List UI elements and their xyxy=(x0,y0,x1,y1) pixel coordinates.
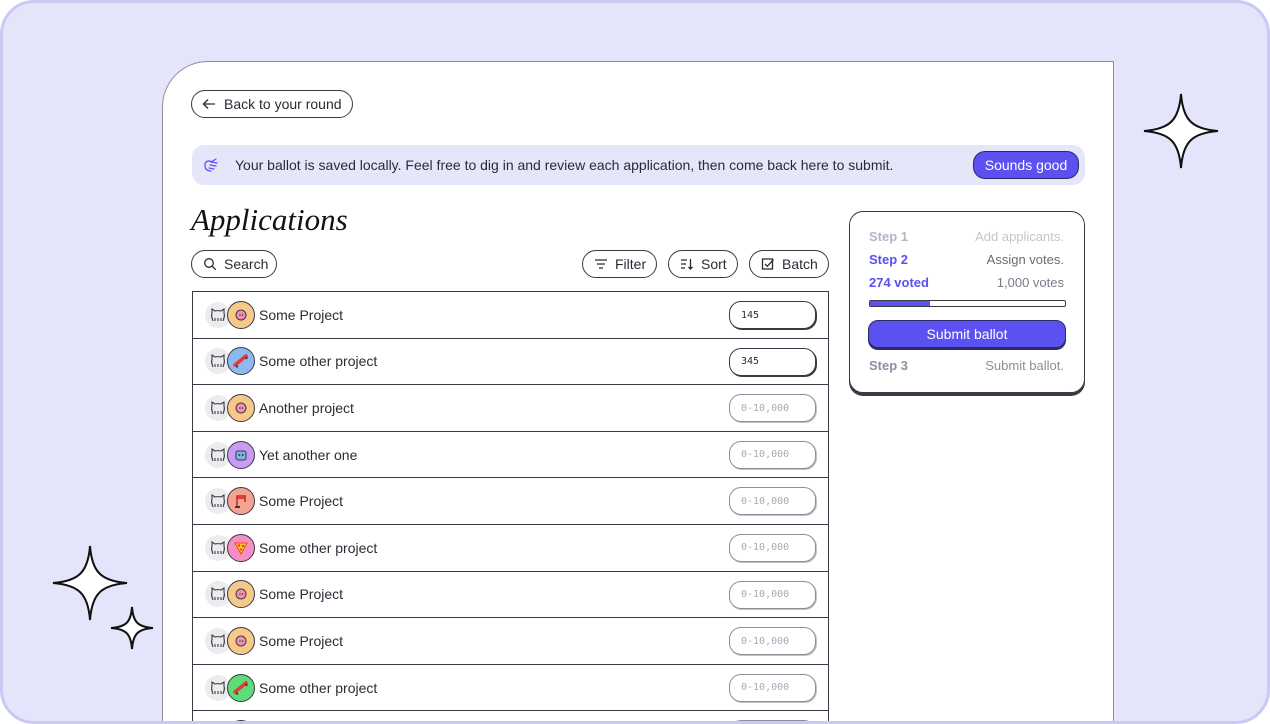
row-avatars xyxy=(205,487,263,516)
vote-amount-input[interactable] xyxy=(729,720,816,721)
page-title: Applications xyxy=(191,202,348,237)
row-avatars xyxy=(205,580,263,609)
filter-label: Filter xyxy=(615,256,647,272)
step-3: Step 3 Submit ballot. xyxy=(869,358,1064,373)
pig-icon xyxy=(227,720,255,721)
applications-list: Some Project Some other project Another pr… xyxy=(192,291,829,721)
row-avatars xyxy=(205,300,263,329)
search-button[interactable]: Search xyxy=(191,250,277,278)
sort-label: Sort xyxy=(701,256,727,272)
project-name[interactable]: Another project xyxy=(259,400,354,416)
vote-amount-input[interactable] xyxy=(729,533,816,562)
project-name[interactable]: Yet another one xyxy=(259,447,357,463)
pizza-icon xyxy=(227,533,255,562)
application-row[interactable]: Some Project xyxy=(193,478,828,525)
project-name[interactable]: Some other project xyxy=(259,540,377,556)
application-row[interactable]: Some Project xyxy=(193,292,828,339)
step-1-desc: Add applicants. xyxy=(975,229,1064,244)
row-avatars xyxy=(205,440,263,469)
application-row[interactable]: Some Project xyxy=(193,572,828,619)
crane-icon xyxy=(227,487,255,516)
vote-amount-input[interactable] xyxy=(729,580,816,609)
filter-button[interactable]: Filter xyxy=(582,250,657,278)
votes-summary: 274 voted 1,000 votes xyxy=(869,275,1064,290)
step-3-desc: Submit ballot. xyxy=(985,358,1064,373)
vote-amount-input[interactable] xyxy=(729,440,816,469)
back-label: Back to your round xyxy=(224,96,342,112)
robot-icon xyxy=(227,440,255,469)
search-icon xyxy=(204,258,217,271)
total-votes: 1,000 votes xyxy=(996,275,1064,290)
vote-amount-input[interactable] xyxy=(729,394,816,423)
application-row[interactable]: Yet another one xyxy=(193,432,828,479)
step-2: Step 2 Assign votes. xyxy=(869,252,1064,267)
vote-amount-input[interactable] xyxy=(729,627,816,656)
sort-button[interactable]: Sort xyxy=(668,250,738,278)
application-row[interactable]: Another project xyxy=(193,385,828,432)
batch-button[interactable]: Batch xyxy=(749,250,829,278)
checkbox-icon xyxy=(761,258,774,270)
skateboard-icon xyxy=(227,673,255,702)
step-2-label: Step 2 xyxy=(869,252,909,267)
application-row[interactable]: Some other project xyxy=(193,339,828,386)
application-row[interactable]: Some other project xyxy=(193,665,828,712)
skateboard-icon xyxy=(227,347,255,376)
progress-fill xyxy=(870,301,931,306)
votes-progress-bar xyxy=(869,300,1066,307)
pig-icon xyxy=(227,626,255,655)
row-avatars xyxy=(205,533,263,562)
search-label: Search xyxy=(224,256,269,272)
notice-text: Your ballot is saved locally. Feel free … xyxy=(235,157,894,173)
project-name[interactable]: Some Project xyxy=(259,493,343,509)
submit-ballot-button[interactable]: Submit ballot xyxy=(868,320,1066,348)
vote-amount-input[interactable] xyxy=(729,347,816,376)
voted-count: 274 voted xyxy=(869,275,929,290)
application-row[interactable]: Some other project xyxy=(193,525,828,572)
step-1-label: Step 1 xyxy=(869,229,909,244)
pig-icon xyxy=(227,393,255,422)
row-avatars xyxy=(205,393,263,422)
sparkle-icon xyxy=(1143,93,1219,169)
saved-locally-notice: Your ballot is saved locally. Feel free … xyxy=(192,145,1085,185)
application-row[interactable] xyxy=(193,711,828,721)
pig-icon xyxy=(227,580,255,609)
step-3-label: Step 3 xyxy=(869,358,909,373)
project-name[interactable]: Some other project xyxy=(259,680,377,696)
vote-amount-input[interactable] xyxy=(729,673,816,702)
frame: Back to your round Your ballot is saved … xyxy=(0,0,1270,724)
ballot-steps-panel: Step 1 Add applicants. Step 2 Assign vot… xyxy=(849,211,1085,393)
project-name[interactable]: Some Project xyxy=(259,586,343,602)
applications-card: Back to your round Your ballot is saved … xyxy=(162,61,1114,721)
hand-wave-icon xyxy=(204,158,218,172)
project-name[interactable]: Some Project xyxy=(259,307,343,323)
filter-icon xyxy=(595,259,607,269)
pig-icon xyxy=(227,300,255,329)
vote-amount-input[interactable] xyxy=(729,301,816,329)
row-avatars xyxy=(205,720,263,721)
application-row[interactable]: Some Project xyxy=(193,618,828,665)
arrow-left-icon xyxy=(202,99,215,109)
vote-amount-input[interactable] xyxy=(729,487,816,516)
project-name[interactable]: Some Project xyxy=(259,633,343,649)
sounds-good-button[interactable]: Sounds good xyxy=(973,151,1079,179)
row-avatars xyxy=(205,347,263,376)
back-to-round-button[interactable]: Back to your round xyxy=(191,90,353,118)
sort-icon xyxy=(681,259,693,270)
step-2-desc: Assign votes. xyxy=(986,252,1064,267)
step-1: Step 1 Add applicants. xyxy=(869,229,1064,244)
project-name[interactable]: Some other project xyxy=(259,353,377,369)
row-avatars xyxy=(205,673,263,702)
row-avatars xyxy=(205,626,263,655)
batch-label: Batch xyxy=(782,256,818,272)
sparkle-small-icon xyxy=(110,606,154,650)
